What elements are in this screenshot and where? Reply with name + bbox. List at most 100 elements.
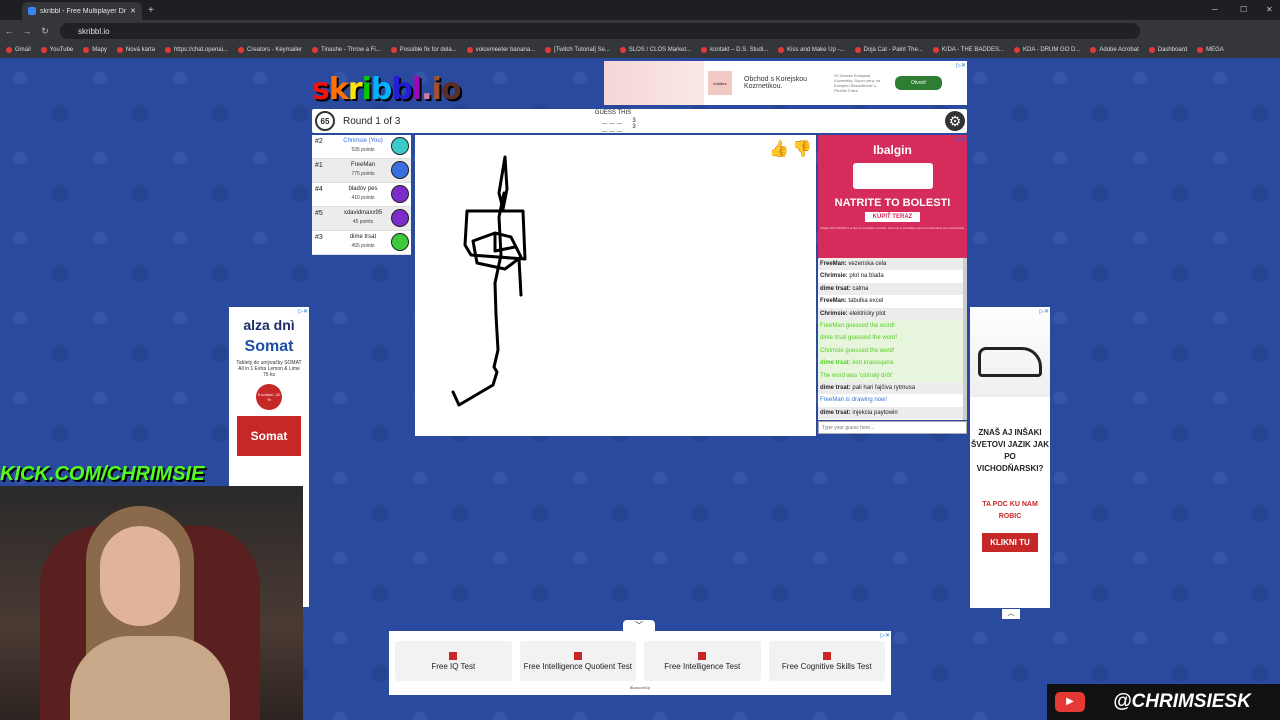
bookmark-item[interactable]: Tinashe - Throw a Fi... bbox=[312, 47, 381, 53]
bookmark-item[interactable]: YouTube bbox=[40, 47, 74, 53]
logo-letter: o bbox=[440, 72, 462, 107]
chat-log[interactable]: FreeMan: vezenska cela Chrimsie: plot na … bbox=[818, 258, 967, 420]
bookmark-item[interactable]: K/DA - THE BADDES... bbox=[932, 47, 1004, 53]
player-row[interactable]: #3 dime trsat 455 points bbox=[312, 231, 411, 255]
chat-author: FreeMan: bbox=[820, 261, 847, 267]
bookmarks-bar: Gmail YouTube Mapy Nová karta https://chat.o… bbox=[0, 42, 1280, 58]
bookmark-item[interactable]: Doja Cat - Paint The... bbox=[854, 47, 923, 53]
bookmark-label: Doja Cat - Paint The... bbox=[863, 47, 923, 53]
url-input[interactable]: skribbl.io bbox=[60, 23, 1140, 39]
game-header: 65 Round 1 of 3 GUESS THIS ___ ___ 3 3 ⚙ bbox=[312, 109, 967, 133]
bookmark-item[interactable]: https://chat.openai... bbox=[164, 47, 228, 53]
close-window-icon[interactable]: ✕ bbox=[1266, 5, 1273, 14]
bookmark-item[interactable]: Gmail bbox=[6, 47, 31, 53]
thumbs-down-icon[interactable]: 👎 bbox=[792, 139, 812, 159]
collapse-ad-icon[interactable]: ︿ bbox=[1002, 609, 1020, 619]
ad-text: Obchod s Korejskou Kozmetikou. bbox=[744, 76, 808, 90]
ad-choices-icon[interactable]: ▷✕ bbox=[956, 136, 966, 143]
bookmark-label: Dashboard bbox=[1157, 47, 1188, 53]
ad-choices-icon[interactable]: ▷✕ bbox=[956, 62, 966, 69]
bookmark-item[interactable]: SLOS / CLOS Market... bbox=[619, 47, 691, 53]
back-icon[interactable]: ← bbox=[0, 26, 18, 36]
reload-icon[interactable]: ↻ bbox=[36, 26, 54, 37]
bookmark-label: [Twitch Tutorial] Se... bbox=[554, 47, 610, 53]
bookmark-label: Gmail bbox=[15, 47, 31, 53]
timer-clock-icon: 65 bbox=[315, 111, 335, 131]
right-advertisement[interactable]: Ibalgin NATRITE TO BOLESTI KÚPIŤ TERAZ I… bbox=[818, 135, 967, 258]
chat-text: pali hari fajčiva rytmusa bbox=[852, 384, 916, 391]
bookmark-label: Nová karta bbox=[125, 47, 155, 53]
bookmark-icon bbox=[619, 47, 626, 53]
player-rank: #1 bbox=[315, 162, 323, 169]
bookmark-item[interactable]: Mapy bbox=[83, 47, 107, 53]
logo-letter: i bbox=[431, 72, 442, 107]
forward-icon[interactable]: → bbox=[18, 26, 36, 36]
ad-button-row: Free IQ Test Free Intelligence Quotient T… bbox=[389, 631, 891, 681]
player-avatar bbox=[391, 233, 409, 251]
bookmark-item[interactable]: KDA - DRUM GO D... bbox=[1014, 47, 1080, 53]
player-name: bladov pes bbox=[348, 186, 378, 192]
chat-text: vezenska cela bbox=[848, 261, 887, 267]
bookmark-label: Possible fix for dela... bbox=[399, 47, 457, 53]
bookmark-icon bbox=[1197, 47, 1204, 53]
player-row[interactable]: #4 bladov pes 410 points bbox=[312, 183, 411, 207]
settings-gear-icon[interactable]: ⚙ bbox=[945, 111, 965, 131]
bookmark-label: YouTube bbox=[49, 47, 74, 53]
drawing-canvas[interactable]: 👍 👎 bbox=[415, 135, 816, 436]
bookmark-item[interactable]: Adobe Acrobat bbox=[1090, 47, 1139, 53]
bookmark-item[interactable]: Creators - Keymailer bbox=[237, 47, 302, 53]
ad-choices-icon[interactable]: ▷✕ bbox=[298, 308, 308, 315]
test-label: Free Intelligence Quotient Test bbox=[523, 661, 632, 671]
player-row[interactable]: #5 xdavidmaxx95 45 points bbox=[312, 207, 411, 231]
close-tab-icon[interactable]: ✕ bbox=[130, 7, 136, 15]
logo-letter: l bbox=[411, 72, 422, 107]
ad-small-text: 29 Znacek Kórejskej Kozmetiky. Super cen… bbox=[834, 73, 881, 93]
ad-test-button[interactable]: Free Intelligence Test bbox=[644, 641, 761, 681]
player-rank: #5 bbox=[315, 210, 323, 217]
stroke-4 bbox=[471, 231, 523, 271]
ad-test-button[interactable]: Free IQ Test bbox=[395, 641, 512, 681]
browser-tab[interactable]: skribbl - Free Multiplayer Drawi... ✕ bbox=[22, 2, 142, 20]
ad-test-button[interactable]: Free Cognitive Skills Test bbox=[768, 641, 885, 681]
skribbl-favicon-icon bbox=[28, 7, 36, 15]
player-row[interactable]: #1 FreeMan 775 points bbox=[312, 159, 411, 183]
player-rank: #2 bbox=[315, 138, 323, 145]
bookmark-item[interactable]: [Twitch Tutorial] Se... bbox=[545, 47, 610, 53]
bookmark-item[interactable]: Kiss and Make Up -... bbox=[778, 47, 845, 53]
player-rank: #3 bbox=[315, 234, 323, 241]
ad-choices-icon[interactable]: ▷✕ bbox=[1039, 308, 1049, 315]
bottom-advertisement[interactable]: Free IQ Test Free Intelligence Quotient T… bbox=[389, 631, 891, 695]
ad-click-button[interactable]: KLIKNI TU bbox=[982, 533, 1038, 552]
ad-test-button[interactable]: Free Intelligence Quotient Test bbox=[519, 641, 636, 681]
expand-ad-icon[interactable]: ﹀ bbox=[623, 620, 655, 631]
ad-cta-text: TA POC KU NAM ROBIC bbox=[982, 501, 1038, 520]
player-name: xdavidmaxx95 bbox=[343, 210, 383, 216]
chat-text: plot na blada bbox=[849, 273, 884, 280]
ad-headline: NATRITE TO BOLESTI bbox=[834, 197, 951, 209]
stroke-5 bbox=[517, 257, 523, 297]
ad-open-button[interactable]: Otvoriť bbox=[895, 76, 943, 90]
guess-input[interactable] bbox=[818, 421, 967, 434]
bookmark-item[interactable]: Possible fix for dela... bbox=[390, 47, 457, 53]
bookmark-item[interactable]: kontakt – D.S. Studi... bbox=[701, 47, 768, 53]
ad-product-image bbox=[852, 163, 933, 189]
bookmark-item[interactable]: voicemeeter banana... bbox=[466, 47, 535, 53]
player-name: Chrimsie (You) bbox=[343, 138, 383, 144]
bookmark-item[interactable]: Nová karta bbox=[116, 47, 155, 53]
thumbs-up-icon[interactable]: 👍 bbox=[769, 139, 789, 159]
player-name: dime trsat bbox=[349, 234, 377, 240]
chat-text: calma bbox=[852, 285, 869, 292]
ad-choices-icon[interactable]: ▷✕ bbox=[880, 632, 890, 639]
right-banner-advertisement[interactable]: ZNAŠ AJ INŠAKI ŠVETOVI JAZIK JAK PO VICH… bbox=[970, 307, 1050, 608]
top-advertisement[interactable]: kolders Obchod s Korejskou Kozmetikou. 2… bbox=[604, 61, 967, 105]
bookmark-icon bbox=[854, 47, 861, 53]
maximize-icon[interactable]: ☐ bbox=[1240, 5, 1247, 14]
bookmark-icon bbox=[1148, 47, 1155, 53]
player-row[interactable]: #2 Chrimsie (You) 535 points bbox=[312, 135, 411, 159]
minimize-icon[interactable]: ─ bbox=[1212, 5, 1218, 14]
bookmark-item[interactable]: MEGA bbox=[1197, 47, 1224, 53]
new-tab-icon[interactable]: + bbox=[148, 5, 154, 16]
bookmark-item[interactable]: Dashboard bbox=[1148, 47, 1188, 53]
bookmark-label: Creators - Keymailer bbox=[246, 47, 302, 53]
ad-buy-button[interactable]: KÚPIŤ TERAZ bbox=[864, 212, 921, 222]
